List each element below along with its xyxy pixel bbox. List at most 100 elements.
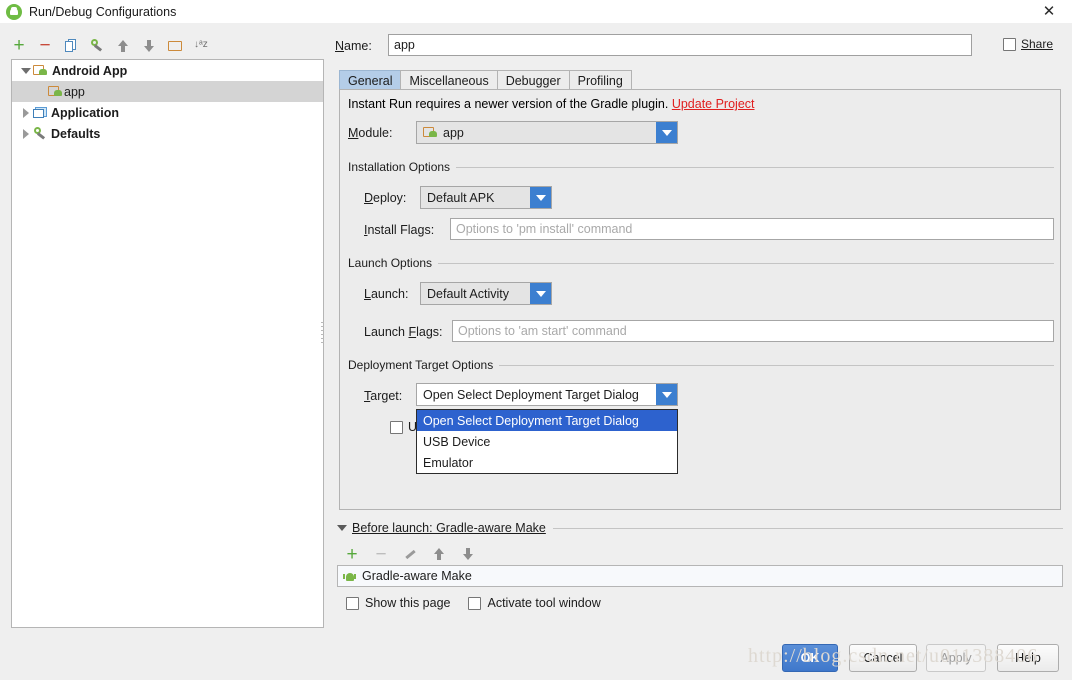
- install-flags-label: Install Flags:: [364, 223, 435, 237]
- launch-combo[interactable]: Default Activity: [420, 282, 552, 305]
- target-combo-arrow[interactable]: [656, 384, 677, 405]
- tree-node-android-app[interactable]: Android App: [12, 60, 323, 81]
- dropdown-option-emulator[interactable]: Emulator: [417, 452, 677, 473]
- expand-toggle[interactable]: [18, 128, 33, 139]
- tree-node-label: Application: [51, 105, 120, 120]
- launch-options-group: Launch Options: [348, 256, 1054, 270]
- tree-node-defaults[interactable]: Defaults: [12, 123, 323, 144]
- activate-tool-window-checkbox[interactable]: Activate tool window: [468, 596, 601, 610]
- edit-defaults-button[interactable]: [86, 35, 108, 57]
- group-divider: [438, 262, 1054, 264]
- update-project-link[interactable]: Update Project: [672, 97, 755, 111]
- group-divider: [552, 527, 1063, 529]
- dialog-title: Run/Debug Configurations: [29, 4, 177, 19]
- launch-options-label: Launch Options: [348, 256, 433, 270]
- android-icon: [343, 570, 356, 583]
- install-flags-input[interactable]: [450, 218, 1054, 240]
- add-configuration-button[interactable]: +: [8, 35, 30, 57]
- copy-configuration-button[interactable]: [60, 35, 82, 57]
- configurations-tree[interactable]: Android App app Application Defaults: [11, 59, 324, 628]
- chevron-down-icon: [20, 67, 31, 74]
- use-same-device-checkbox-box[interactable]: [390, 420, 403, 434]
- deploy-label: Deploy:: [364, 191, 407, 205]
- use-same-device-checkbox[interactable]: U: [390, 420, 417, 434]
- app-window-icon: [33, 106, 47, 119]
- tree-node-application[interactable]: Application: [12, 102, 323, 123]
- activate-tool-window-checkbox-box[interactable]: [468, 596, 482, 610]
- target-combo-value: Open Select Deployment Target Dialog: [423, 387, 639, 402]
- deployment-target-options-group: Deployment Target Options: [348, 358, 1054, 372]
- task-label: Gradle-aware Make: [362, 569, 472, 583]
- add-task-button[interactable]: +: [341, 543, 363, 565]
- panel-splitter[interactable]: [320, 322, 325, 362]
- target-combo[interactable]: Open Select Deployment Target Dialog: [416, 383, 678, 406]
- module-combo-arrow[interactable]: [656, 122, 677, 143]
- tab-profiling[interactable]: Profiling: [568, 70, 632, 90]
- android-folder-icon: [423, 126, 438, 139]
- dropdown-option-usb-device[interactable]: USB Device: [417, 431, 677, 452]
- share-label: Share: [1021, 37, 1054, 51]
- grip-dot: [321, 334, 324, 335]
- create-folder-button[interactable]: [164, 35, 186, 57]
- expand-toggle[interactable]: [18, 67, 33, 74]
- before-launch-task-row[interactable]: Gradle-aware Make: [337, 565, 1063, 587]
- chevron-right-icon: [22, 128, 29, 139]
- launch-combo-value: Default Activity: [427, 286, 509, 301]
- apply-button[interactable]: Apply: [926, 644, 986, 672]
- deploy-combo[interactable]: Default APK: [420, 186, 552, 209]
- sort-az-icon: ↓ᵃz: [194, 38, 208, 50]
- activate-tool-window-label: Activate tool window: [487, 596, 601, 610]
- launch-flags-input[interactable]: [452, 320, 1054, 342]
- module-combo[interactable]: app: [416, 121, 678, 144]
- sort-configurations-button[interactable]: ↓ᵃz: [190, 35, 212, 57]
- installation-options-label: Installation Options: [348, 160, 451, 174]
- chevron-down-icon: [535, 194, 546, 201]
- help-button[interactable]: Help: [997, 644, 1059, 672]
- remove-task-button[interactable]: −: [370, 543, 392, 565]
- ok-button[interactable]: OK: [782, 644, 838, 672]
- show-this-page-checkbox[interactable]: Show this page: [346, 596, 450, 610]
- wrench-icon: [33, 127, 47, 140]
- deployment-target-options-label: Deployment Target Options: [348, 358, 494, 372]
- deploy-combo-arrow[interactable]: [530, 187, 551, 208]
- minus-icon: −: [375, 543, 387, 565]
- group-divider: [499, 364, 1054, 366]
- launch-combo-arrow[interactable]: [530, 283, 551, 304]
- share-checkbox[interactable]: Share: [1003, 37, 1053, 51]
- tab-general[interactable]: General: [339, 70, 402, 90]
- grip-dot: [321, 342, 324, 343]
- configurations-toolbar: + − ↓ᵃz: [8, 33, 318, 58]
- grip-dot: [321, 322, 324, 323]
- installation-options-group: Installation Options: [348, 160, 1054, 174]
- launch-label: Launch:: [364, 287, 409, 301]
- before-launch-header[interactable]: Before launch: Gradle-aware Make: [337, 521, 1063, 535]
- chevron-down-icon: [661, 391, 672, 398]
- expand-toggle[interactable]: [18, 107, 33, 118]
- chevron-down-icon[interactable]: [337, 525, 347, 531]
- module-label: Module:: [348, 126, 393, 140]
- tab-miscellaneous[interactable]: Miscellaneous: [400, 70, 498, 90]
- grip-dot: [321, 330, 324, 331]
- show-this-page-label: Show this page: [365, 596, 451, 610]
- move-down-button[interactable]: [138, 35, 160, 57]
- tab-debugger[interactable]: Debugger: [496, 70, 570, 90]
- grip-dot: [321, 326, 324, 327]
- tree-node-label: Android App: [52, 63, 128, 78]
- task-move-up-button[interactable]: [428, 543, 450, 565]
- move-up-button[interactable]: [112, 35, 134, 57]
- target-dropdown-popup[interactable]: Open Select Deployment Target Dialog USB…: [416, 409, 678, 474]
- task-move-down-button[interactable]: [457, 543, 479, 565]
- edit-task-button[interactable]: [399, 543, 421, 565]
- cancel-button[interactable]: Cancel: [849, 644, 917, 672]
- share-checkbox-box[interactable]: [1003, 37, 1016, 51]
- dropdown-option-open-select-deployment-target-dialog[interactable]: Open Select Deployment Target Dialog: [417, 410, 677, 431]
- copy-icon: [65, 38, 77, 53]
- name-input[interactable]: [388, 34, 972, 56]
- tree-node-app[interactable]: app: [12, 81, 323, 102]
- android-studio-icon: [6, 3, 22, 20]
- android-folder-icon: [48, 85, 63, 98]
- pencil-icon: [404, 548, 417, 561]
- show-this-page-checkbox-box[interactable]: [346, 596, 359, 610]
- remove-configuration-button[interactable]: −: [34, 35, 56, 57]
- close-icon[interactable]: ✕: [1026, 0, 1072, 23]
